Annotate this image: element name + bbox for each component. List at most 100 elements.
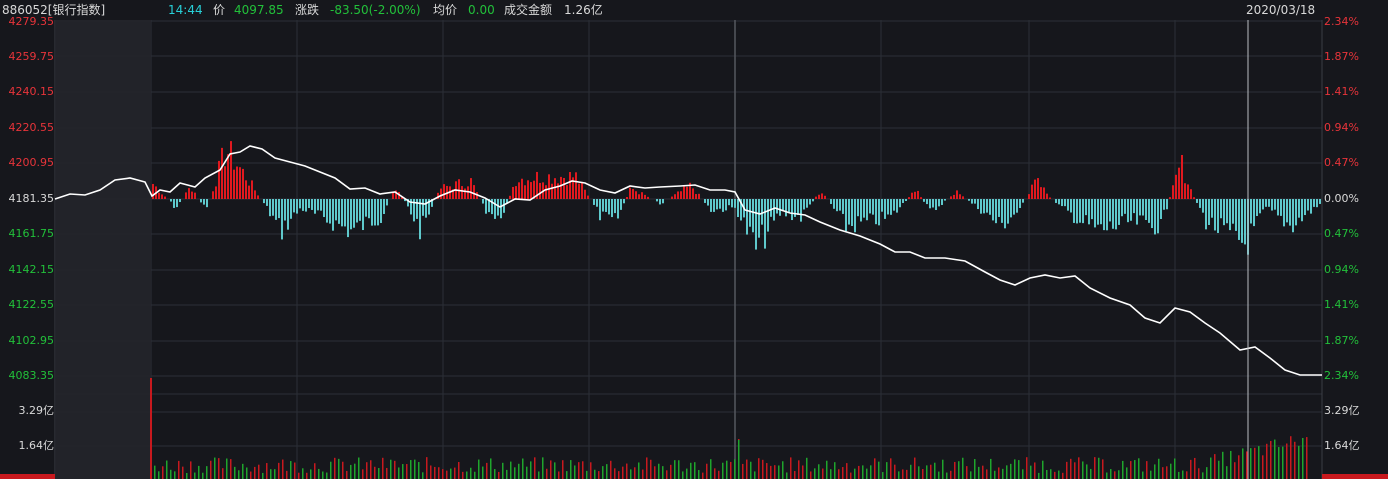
volume-bar xyxy=(806,457,808,479)
breadth-bar-down xyxy=(371,199,373,226)
volume-bar xyxy=(1262,455,1264,479)
volume-bar xyxy=(714,468,716,479)
breadth-bar-down xyxy=(623,199,625,204)
volume-bar xyxy=(566,471,568,479)
breadth-bar-down xyxy=(737,199,739,218)
breadth-bar-down xyxy=(200,199,202,203)
volume-bar xyxy=(1094,457,1096,479)
volume-bar xyxy=(218,458,220,479)
percent-tick-right: 0.94% xyxy=(1324,263,1359,276)
volume-bar xyxy=(750,461,752,479)
breadth-bar-down xyxy=(1088,199,1090,225)
volume-bar xyxy=(506,469,508,479)
breadth-bar-down xyxy=(284,199,286,221)
breadth-bar-up xyxy=(515,186,517,199)
breadth-bar-down xyxy=(329,199,331,224)
breadth-bar-down xyxy=(593,199,595,205)
volume-bar xyxy=(746,459,748,479)
volume-bar xyxy=(1010,463,1012,479)
breadth-bar-down xyxy=(353,199,355,228)
volume-bar xyxy=(246,467,248,479)
breadth-bar-down xyxy=(1091,199,1093,220)
volume-bar xyxy=(370,460,372,479)
volume-bar xyxy=(486,462,488,479)
volume-bar xyxy=(946,472,948,479)
volume-bar xyxy=(1190,459,1192,479)
breadth-bar-up xyxy=(548,174,550,199)
breadth-bar-down xyxy=(1265,199,1267,207)
breadth-bar-up xyxy=(512,186,514,199)
breadth-bar-up xyxy=(527,180,529,199)
volume-bar xyxy=(254,466,256,479)
breadth-bar-down xyxy=(1205,199,1207,230)
volume-bar xyxy=(986,469,988,479)
percent-tick-right: 2.34% xyxy=(1324,369,1359,382)
breadth-bar-down xyxy=(1004,199,1006,229)
volume-bar xyxy=(222,468,224,479)
breadth-bar-down xyxy=(926,199,928,205)
breadth-bar-down xyxy=(281,199,283,240)
volume-bar xyxy=(1178,471,1180,479)
volume-bar xyxy=(1158,458,1160,479)
volume-bar xyxy=(1106,472,1108,479)
left-bottom-strip xyxy=(0,474,55,479)
breadth-bar-down xyxy=(1199,199,1201,208)
volume-bar xyxy=(154,465,156,479)
volume-bar xyxy=(646,457,648,479)
volume-bar xyxy=(454,467,456,479)
breadth-bar-up xyxy=(1193,197,1195,199)
breadth-bar-up xyxy=(575,172,577,199)
breadth-bar-down xyxy=(359,199,361,221)
breadth-bar-down xyxy=(1160,199,1162,220)
volume-bar xyxy=(578,462,580,479)
volume-bar xyxy=(1198,468,1200,479)
breadth-bar-down xyxy=(1229,199,1231,231)
volume-bar xyxy=(394,460,396,479)
volume-bar xyxy=(934,462,936,479)
breadth-bar-up xyxy=(1187,184,1189,199)
breadth-bar-down xyxy=(722,199,724,212)
percent-tick-right: 0.00% xyxy=(1324,192,1359,205)
breadth-bar-down xyxy=(770,199,772,217)
breadth-bar-down xyxy=(1241,199,1243,243)
breadth-bar-down xyxy=(320,199,322,211)
volume-bar xyxy=(1222,451,1224,479)
volume-bar xyxy=(906,469,908,479)
breadth-bar-down xyxy=(350,199,352,230)
volume-bar xyxy=(1278,447,1280,479)
volume-bar xyxy=(802,465,804,479)
volume-bar xyxy=(1298,445,1300,479)
breadth-bar-down xyxy=(419,199,421,240)
breadth-bar-down xyxy=(791,199,793,221)
intraday-chart[interactable] xyxy=(0,0,1388,479)
volume-bar xyxy=(438,467,440,479)
volume-bar xyxy=(182,466,184,479)
breadth-bar-down xyxy=(1220,199,1222,219)
breadth-bar-down xyxy=(287,199,289,230)
volume-bar xyxy=(1230,450,1232,479)
volume-bar xyxy=(774,465,776,479)
volume-bar xyxy=(458,462,460,479)
volume-bar xyxy=(1302,437,1304,479)
breadth-bar-down xyxy=(833,199,835,209)
volume-bar xyxy=(294,462,296,479)
volume-bar xyxy=(338,458,340,479)
volume-bar xyxy=(1134,460,1136,479)
breadth-bar-up xyxy=(683,186,685,199)
breadth-bar-up xyxy=(458,179,460,199)
volume-bar xyxy=(398,467,400,479)
breadth-bar-up xyxy=(560,176,562,199)
volume-bar xyxy=(350,464,352,479)
breadth-bar-down xyxy=(326,199,328,223)
breadth-bar-down xyxy=(347,199,349,238)
breadth-bar-down xyxy=(749,199,751,227)
breadth-bar-down xyxy=(1133,199,1135,214)
price-tick-left: 4259.75 xyxy=(8,50,55,63)
breadth-bar-down xyxy=(929,199,931,209)
volume-bar xyxy=(322,471,324,479)
volume-bar xyxy=(918,466,920,479)
volume-bar xyxy=(866,468,868,479)
volume-bar xyxy=(1082,461,1084,479)
breadth-bar-down xyxy=(173,199,175,208)
breadth-bar-down xyxy=(848,199,850,225)
